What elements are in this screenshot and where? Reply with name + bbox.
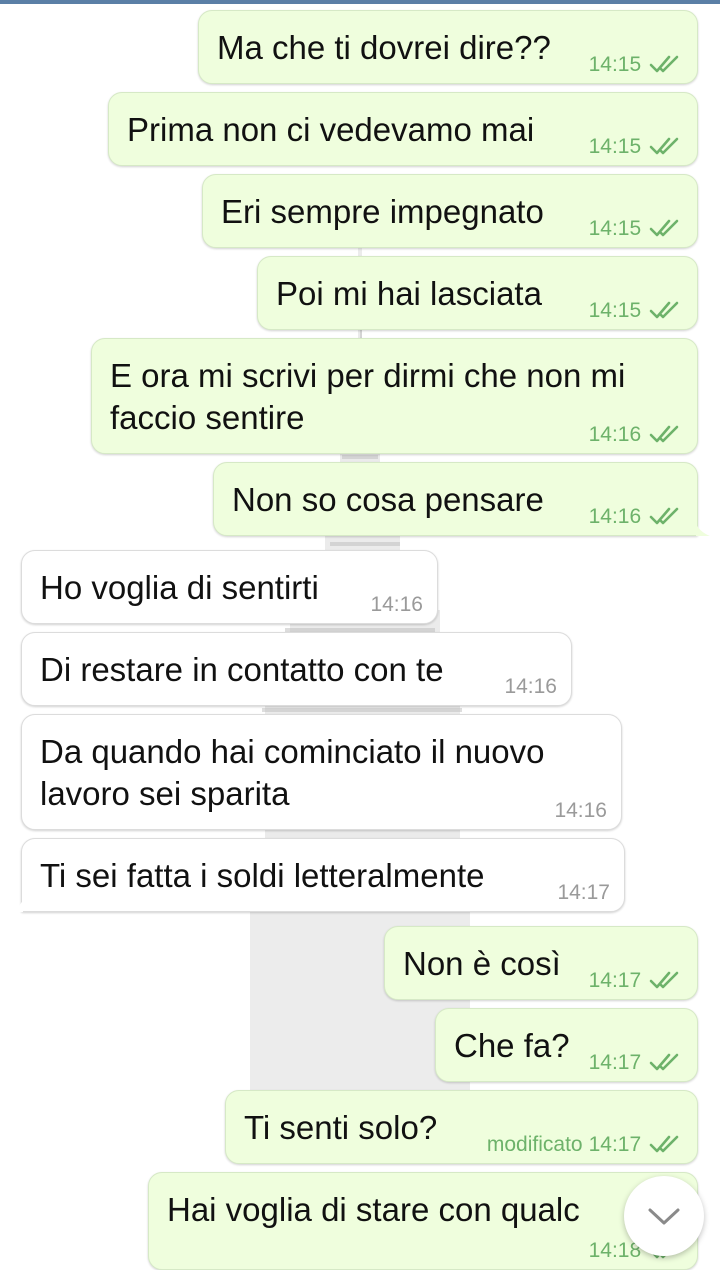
message-text: Poi mi hai lasciata: [276, 275, 542, 312]
chat-screen: Ma che ti dovrei dire?? 14:15 Prima non …: [0, 0, 720, 1270]
message-meta: 14:17: [589, 1051, 683, 1075]
double-check-icon: [649, 425, 679, 443]
scroll-down-button[interactable]: [624, 1176, 704, 1256]
double-check-icon: [649, 1135, 679, 1153]
double-check-icon: [649, 55, 679, 73]
message-bubble[interactable]: Ti sei fatta i soldi letteralmente 14:17: [21, 838, 625, 912]
double-check-icon: [649, 301, 679, 319]
message-text: Ti senti solo?: [244, 1109, 438, 1146]
message-bubble[interactable]: Ti senti solo? modificato 14:17: [225, 1090, 698, 1164]
message-time: 14:17: [557, 881, 610, 904]
message-time: 14:17: [588, 969, 642, 992]
bubble-tail: [696, 524, 710, 536]
message-meta: 14:15: [589, 53, 683, 77]
message-bubble[interactable]: Da quando hai cominciato il nuovo lavoro…: [21, 714, 622, 830]
double-check-icon: [649, 971, 679, 989]
message-text: E ora mi scrivi per dirmi che non mi fac…: [110, 357, 626, 436]
message-time: 14:16: [370, 593, 423, 616]
message-bubble[interactable]: Poi mi hai lasciata 14:15: [257, 256, 698, 330]
message-time: 14:15: [588, 135, 642, 158]
message-text: Da quando hai cominciato il nuovo lavoro…: [40, 733, 545, 812]
message-bubble[interactable]: Ho voglia di sentirti 14:16: [21, 550, 438, 624]
message-meta: 14:16: [370, 593, 423, 617]
message-text: Ma che ti dovrei dire??: [217, 29, 551, 66]
message-text: Di restare in contatto con te: [40, 651, 444, 688]
message-time: 14:16: [554, 799, 607, 822]
message-bubble[interactable]: Che fa? 14:17: [435, 1008, 698, 1082]
message-time: 14:16: [504, 675, 557, 698]
message-time: 14:15: [588, 299, 642, 322]
message-time: 14:16: [588, 505, 642, 528]
message-time: 14:16: [588, 423, 642, 446]
message-meta: 14:17: [557, 881, 610, 905]
message-meta: 14:15: [589, 299, 683, 323]
message-text: Non so cosa pensare: [232, 481, 544, 518]
message-text: Ho voglia di sentirti: [40, 569, 319, 606]
message-bubble[interactable]: Prima non ci vedevamo mai 14:15: [108, 92, 698, 166]
message-meta: modificato 14:17: [487, 1133, 683, 1157]
message-meta: 14:16: [504, 675, 557, 699]
message-bubble[interactable]: Eri sempre impegnato 14:15: [202, 174, 698, 248]
message-meta: 14:15: [589, 217, 683, 241]
message-time: 14:17: [588, 1133, 642, 1156]
message-text: Eri sempre impegnato: [221, 193, 544, 230]
edited-label: modificato: [486, 1133, 583, 1156]
bubble-tail: [9, 900, 23, 912]
double-check-icon: [649, 219, 679, 237]
message-bubble[interactable]: Di restare in contatto con te 14:16: [21, 632, 572, 706]
double-check-icon: [649, 137, 679, 155]
message-bubble[interactable]: Non so cosa pensare 14:16: [213, 462, 698, 536]
message-time: 14:17: [588, 1051, 642, 1074]
message-meta: 14:15: [589, 135, 683, 159]
message-text: Che fa?: [454, 1027, 570, 1064]
message-text: Non è così: [403, 945, 561, 982]
status-strip: [0, 0, 720, 4]
message-time: 14:15: [588, 217, 642, 240]
message-meta: 14:16: [554, 799, 607, 823]
message-text: Hai voglia di stare con qualc: [167, 1191, 580, 1228]
message-bubble[interactable]: Ma che ti dovrei dire?? 14:15: [198, 10, 698, 84]
message-text: Prima non ci vedevamo mai: [127, 111, 535, 148]
message-bubble[interactable]: Non è così 14:17: [384, 926, 698, 1000]
double-check-icon: [649, 1053, 679, 1071]
message-text: Ti sei fatta i soldi letteralmente: [40, 857, 485, 894]
message-meta: 14:16: [589, 505, 683, 529]
double-check-icon: [649, 507, 679, 525]
message-meta: 14:16: [589, 423, 683, 447]
message-bubble[interactable]: Hai voglia di stare con qualc 14:18: [148, 1172, 698, 1270]
message-time: 14:15: [588, 53, 642, 76]
chevron-down-icon: [648, 1208, 680, 1225]
message-meta: 14:17: [589, 969, 683, 993]
message-bubble[interactable]: E ora mi scrivi per dirmi che non mi fac…: [91, 338, 698, 454]
